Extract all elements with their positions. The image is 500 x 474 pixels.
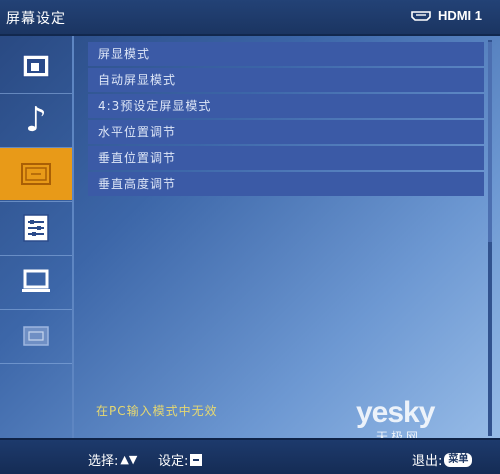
menu-item-display-mode[interactable]: 屏显模式	[88, 42, 484, 66]
music-note-icon: ♪	[25, 100, 47, 140]
category-sidebar: ♪	[0, 36, 74, 438]
sidebar-item-screen[interactable]	[0, 148, 72, 200]
exit-label: 退出:	[412, 454, 443, 469]
sidebar-item-monitor[interactable]	[0, 256, 72, 308]
pc-input-icon	[23, 326, 49, 346]
input-indicator: HDMI 1	[410, 8, 482, 23]
menu-item-4-3-preset-display-mode[interactable]: 4:3预设定屏显模式	[88, 94, 484, 118]
menu-item-vertical-position[interactable]: 垂直位置调节	[88, 146, 484, 170]
input-source-label: HDMI 1	[437, 8, 482, 23]
sidebar-item-pc-input[interactable]	[0, 310, 72, 362]
sidebar-divider	[0, 363, 72, 364]
sidebar-item-picture[interactable]	[0, 40, 72, 92]
menu-item-vertical-height[interactable]: 垂直高度调节	[88, 172, 484, 196]
sidebar-item-sound[interactable]: ♪	[0, 94, 72, 146]
watermark-logo: yesky 天极网	[356, 396, 492, 444]
scrollbar-thumb[interactable]	[488, 42, 492, 242]
footer-hint-bar: 选择: ▲▼ 设定: 退出: 菜单	[0, 438, 500, 474]
menu-key-badge: 菜单	[444, 452, 473, 467]
pc-mode-notice: 在PC输入模式中无效	[96, 404, 218, 418]
up-down-arrows-icon: ▲▼	[120, 453, 138, 466]
monitor-icon	[22, 269, 50, 292]
menu-title: 屏幕设定	[6, 11, 66, 27]
menu-item-auto-display-mode[interactable]: 自动屏显模式	[88, 68, 484, 92]
menu-scrollbar[interactable]	[488, 40, 492, 436]
watermark-brand: yesky	[356, 396, 435, 429]
picture-icon	[22, 54, 50, 78]
menu-item-horizontal-position[interactable]: 水平位置调节	[88, 120, 484, 144]
select-label: 选择:	[88, 454, 119, 469]
set-label: 设定:	[158, 454, 189, 469]
footer-set-hint: 设定:	[158, 450, 203, 469]
footer-select-hint: 选择: ▲▼	[88, 450, 137, 469]
title-bar: 屏幕设定 HDMI 1	[0, 0, 500, 36]
hdmi-connector-icon	[411, 10, 431, 21]
tv-menu-screen: 屏幕设定 HDMI 1 ♪ 屏显模式 自动屏显模式 4:3预设定屏显模式 水平位…	[0, 0, 500, 474]
settings-list-icon	[23, 214, 49, 242]
screen-settings-menu: 屏显模式 自动屏显模式 4:3预设定屏显模式 水平位置调节 垂直位置调节 垂直高…	[88, 42, 484, 198]
sidebar-item-settings[interactable]	[0, 202, 72, 254]
footer-exit-hint: 退出: 菜单	[412, 450, 473, 469]
enter-key-icon	[190, 453, 203, 466]
screen-icon	[21, 163, 51, 185]
